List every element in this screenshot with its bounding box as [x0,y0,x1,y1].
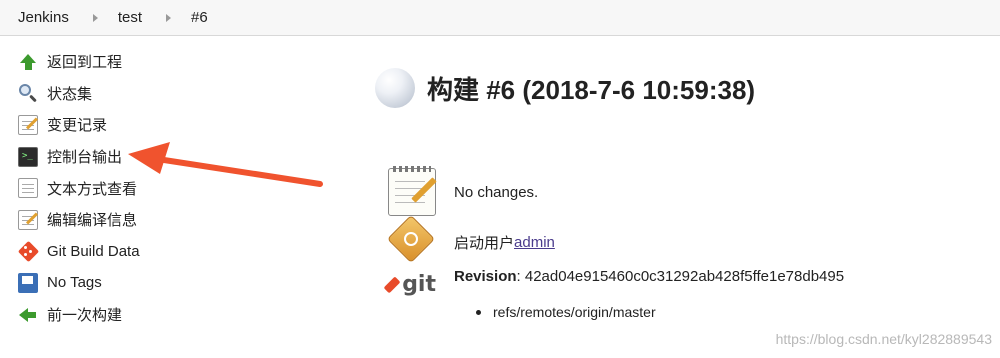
git-logo: git [383,272,436,312]
notepad-icon [388,166,437,216]
sidebar-item-label: 变更记录 [47,117,108,135]
list-item: refs/remotes/origin/master [476,304,656,320]
sidebar-item-label: 控制台输出 [47,149,123,167]
breadcrumb-test[interactable]: test [118,9,142,26]
breadcrumb-separator-icon [166,13,172,22]
breadcrumb: Jenkins test #6 [0,0,1000,36]
user-icon [386,214,436,266]
user-link-admin[interactable]: admin [514,234,555,251]
git-logo-text: git [402,272,436,297]
sidebar-item-label: 返回到工程 [47,54,123,72]
sidebar-item-no-tags[interactable]: No Tags [18,267,258,299]
back-arrow-icon [18,305,38,325]
sidebar-item-label: 前一次构建 [47,307,123,325]
sidebar-item-previous-build[interactable]: 前一次构建 [18,299,258,331]
git-icon [17,240,39,262]
sidebar-item-back-to-project[interactable]: 返回到工程 [18,46,258,78]
sidebar-item-label: No Tags [47,274,102,292]
build-header: 构建 #6 (2018-7-6 10:59:38) [375,68,755,108]
sidebar-item-label: 编辑编译信息 [47,212,138,230]
sidebar-item-label: Git Build Data [47,242,140,260]
document-icon [18,178,38,199]
search-icon [18,83,38,103]
breadcrumb-separator-icon [92,13,98,22]
sidebar-item-status[interactable]: 状态集 [18,78,258,110]
bullet-icon [476,309,481,315]
build-status-ball-icon [375,68,415,108]
revision-value: : 42ad04e915460c0c31292ab428f5ffe1e78db4… [516,268,845,285]
breadcrumb-build[interactable]: #6 [191,9,208,26]
notepad-icon [18,114,39,135]
changes-row: No changes. [388,166,539,216]
branch-name: refs/remotes/origin/master [493,304,656,320]
tags-icon [18,272,38,293]
up-arrow-icon [18,52,38,72]
annotation-arrow-icon [128,142,323,187]
notepad-icon [18,209,39,230]
breadcrumb-jenkins[interactable]: Jenkins [18,9,69,26]
started-by-prefix: 启动用户 [454,234,515,252]
watermark: https://blog.csdn.net/kyl282889543 [775,331,992,347]
sidebar-item-changes[interactable]: 变更记录 [18,109,258,141]
sidebar-item-edit-build-info[interactable]: 编辑编译信息 [18,204,258,236]
terminal-icon: >_ [18,146,38,167]
sidebar-item-label: 状态集 [47,85,93,103]
changes-text: No changes. [454,183,539,201]
sidebar-item-git-build-data[interactable]: Git Build Data [17,236,258,268]
page-title: 构建 #6 (2018-7-6 10:59:38) [427,74,756,105]
started-by-row: 启动用户 admin [386,214,555,266]
git-icon [383,275,401,294]
revision-label: Revision [454,268,517,285]
